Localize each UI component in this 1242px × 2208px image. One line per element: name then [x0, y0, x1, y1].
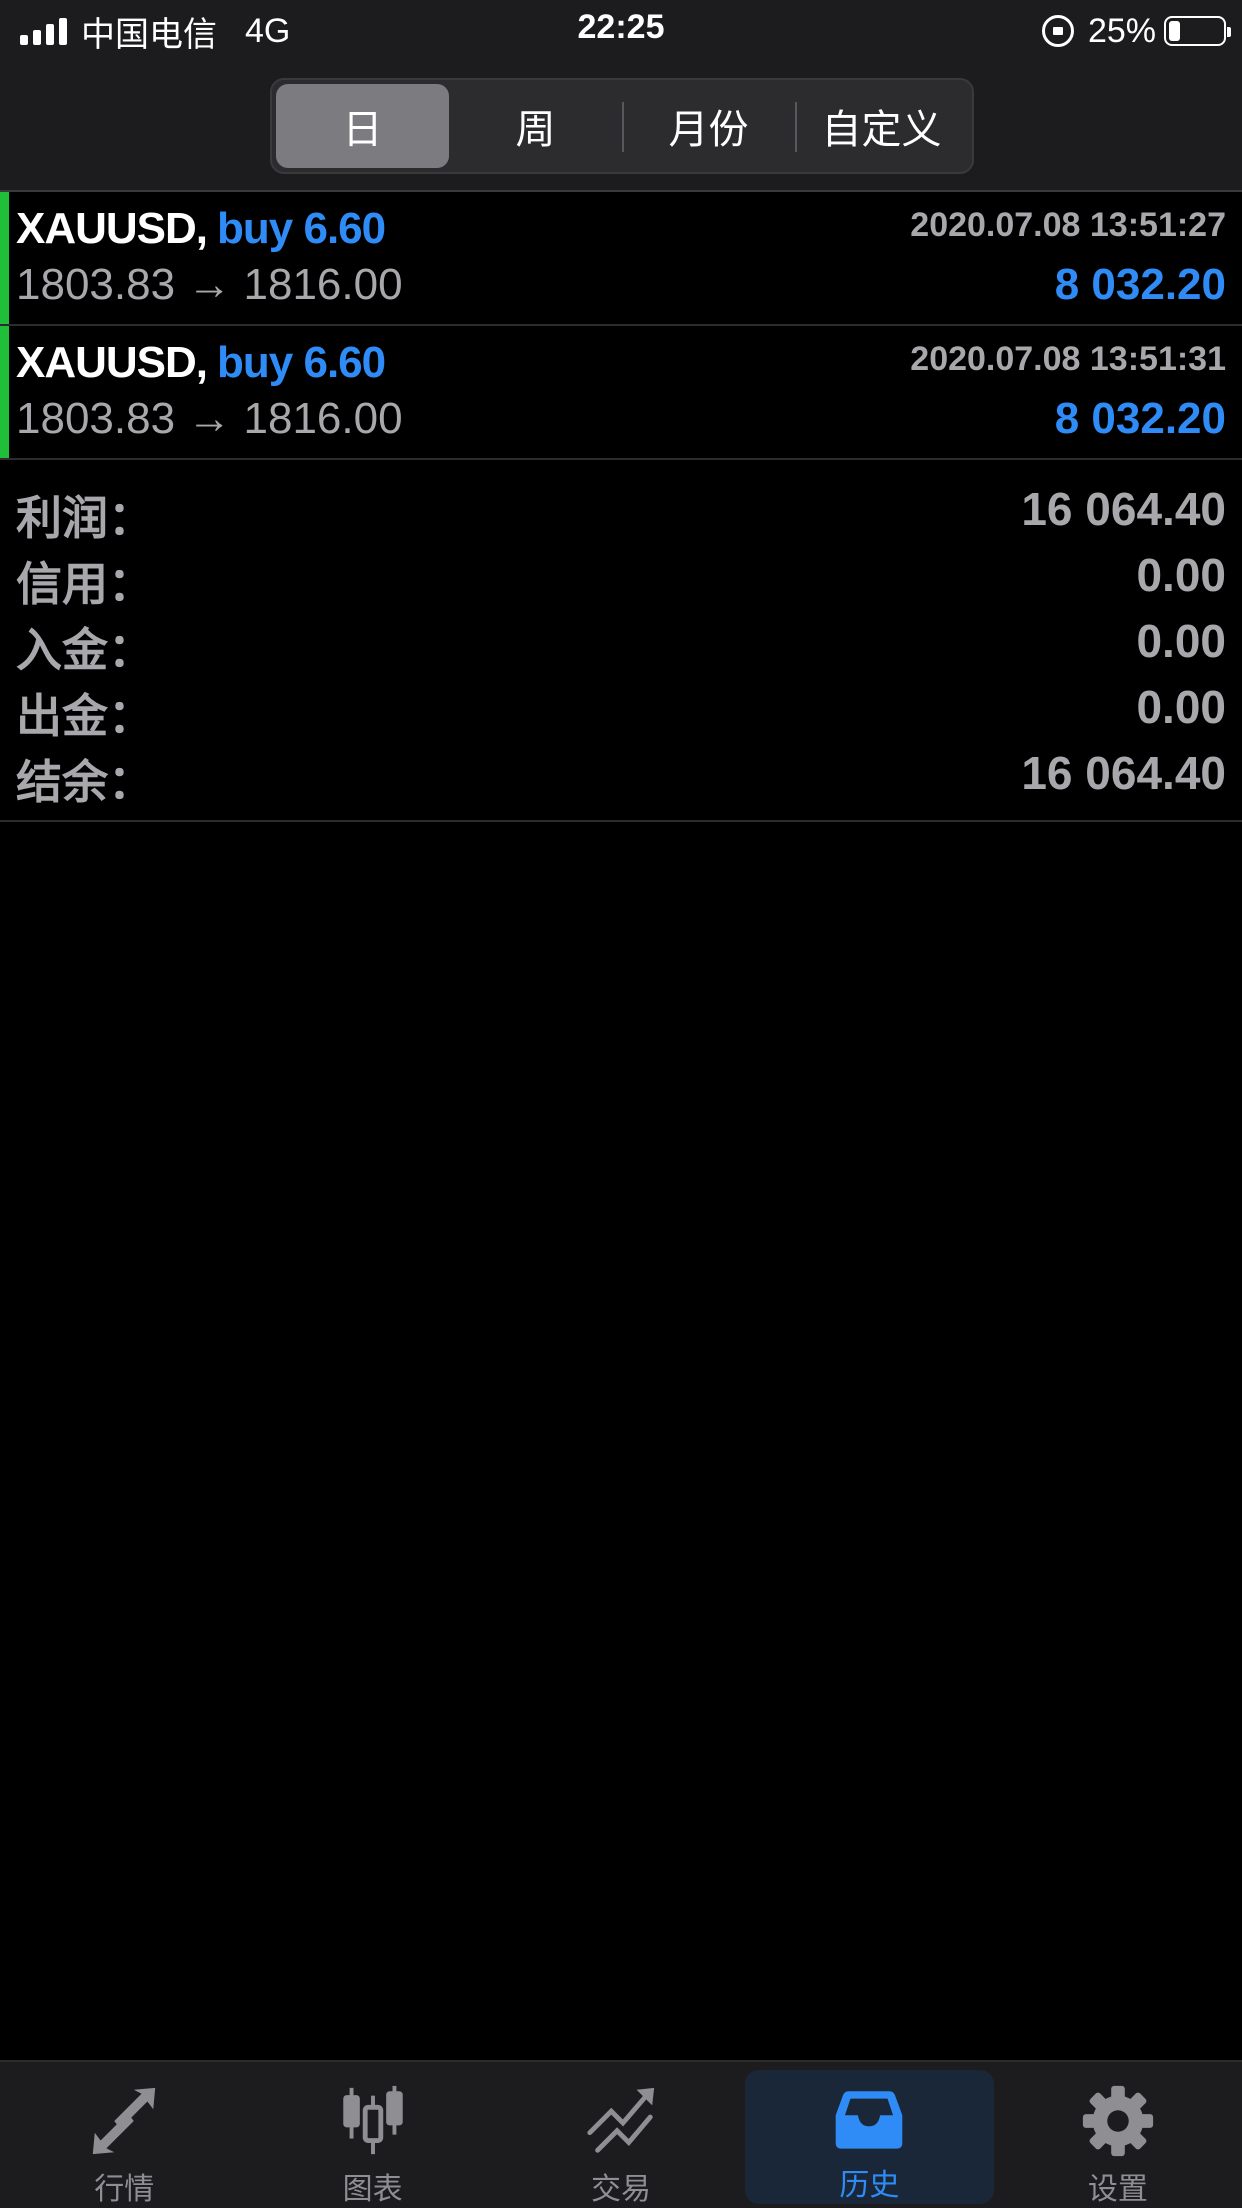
deal-row[interactable]: XAUUSD, buy 6.60 2020.07.08 13:51:27 1803…	[0, 192, 1242, 326]
summary-value: 16 064.40	[1021, 747, 1226, 799]
quotes-arrows-icon	[93, 2087, 156, 2155]
period-tab-month[interactable]: 月份	[622, 84, 795, 168]
deal-list: XAUUSD, buy 6.60 2020.07.08 13:51:27 1803…	[0, 192, 1242, 460]
summary-row-deposit: 入金： 0.00	[0, 610, 1242, 676]
deal-symbol: XAUUSD,	[16, 204, 208, 253]
period-tab-week[interactable]: 周	[449, 84, 622, 168]
deal-type-volume: buy 6.60	[217, 338, 386, 387]
tab-label: 交易	[591, 2173, 652, 2206]
tab-trade[interactable]: 交易	[497, 2062, 745, 2208]
account-summary: 利润： 16 064.40 信用： 0.00 入金： 0.00 出金： 0.00…	[0, 462, 1242, 822]
deal-type-volume: buy 6.60	[217, 204, 386, 253]
deal-symbol-line: XAUUSD, buy 6.60	[16, 204, 386, 254]
deal-prices: 1803.83 → 1816.00	[16, 394, 403, 443]
tab-label: 设置	[1087, 2173, 1148, 2206]
summary-value: 0.00	[1136, 549, 1226, 601]
deal-profit: 8 032.20	[1054, 260, 1226, 309]
battery-percent: 25%	[1087, 11, 1156, 50]
summary-label: 出金：	[16, 690, 154, 742]
tab-charts[interactable]: 图表	[248, 2062, 496, 2208]
bottom-tab-bar: 行情 图表 交易 历史 设置	[0, 2060, 1242, 2208]
period-tab-custom[interactable]: 自定义	[795, 84, 968, 168]
summary-label: 信用：	[16, 558, 154, 610]
inbox-tray-icon	[836, 2091, 903, 2149]
deal-time: 2020.07.08 13:51:31	[910, 340, 1226, 378]
tab-label: 图表	[342, 2173, 403, 2206]
battery-icon	[1164, 16, 1231, 46]
deal-symbol-line: XAUUSD, buy 6.60	[16, 338, 386, 388]
tab-settings[interactable]: 设置	[994, 2062, 1242, 2208]
tab-label: 历史	[839, 2169, 900, 2202]
summary-row-profit: 利润： 16 064.40	[0, 478, 1242, 544]
summary-label: 利润：	[16, 492, 154, 544]
deal-profit: 8 032.20	[1054, 394, 1226, 443]
summary-value: 0.00	[1136, 615, 1226, 667]
buy-indicator-bar	[0, 326, 9, 458]
summary-value: 0.00	[1136, 681, 1226, 733]
deal-time: 2020.07.08 13:51:27	[910, 206, 1226, 244]
deal-symbol: XAUUSD,	[16, 338, 208, 387]
trade-trend-icon	[587, 2087, 655, 2153]
deal-prices: 1803.83 → 1816.00	[16, 260, 403, 309]
tab-label: 行情	[94, 2173, 155, 2206]
buy-indicator-bar	[0, 192, 9, 324]
candlestick-chart-icon	[342, 2085, 403, 2155]
status-right: 25%	[1041, 10, 1231, 52]
period-tab-day[interactable]: 日	[276, 84, 449, 168]
summary-label: 结余：	[16, 756, 154, 808]
tab-quotes[interactable]: 行情	[0, 2062, 248, 2208]
history-header: 日 周 月份 自定义	[0, 62, 1242, 192]
summary-label: 入金：	[16, 624, 154, 676]
gear-icon	[1082, 2085, 1153, 2157]
deal-row[interactable]: XAUUSD, buy 6.60 2020.07.08 13:51:31 1803…	[0, 326, 1242, 460]
summary-row-credit: 信用： 0.00	[0, 544, 1242, 610]
rotation-lock-icon	[1041, 15, 1074, 47]
status-bar: 中国电信 4G 22:25 25%	[0, 0, 1242, 62]
summary-row-balance: 结余： 16 064.40	[0, 742, 1242, 808]
tab-history[interactable]: 历史	[745, 2070, 994, 2204]
period-segmented-control: 日 周 月份 自定义	[270, 78, 974, 174]
summary-row-withdrawal: 出金： 0.00	[0, 676, 1242, 742]
summary-value: 16 064.40	[1021, 483, 1226, 535]
